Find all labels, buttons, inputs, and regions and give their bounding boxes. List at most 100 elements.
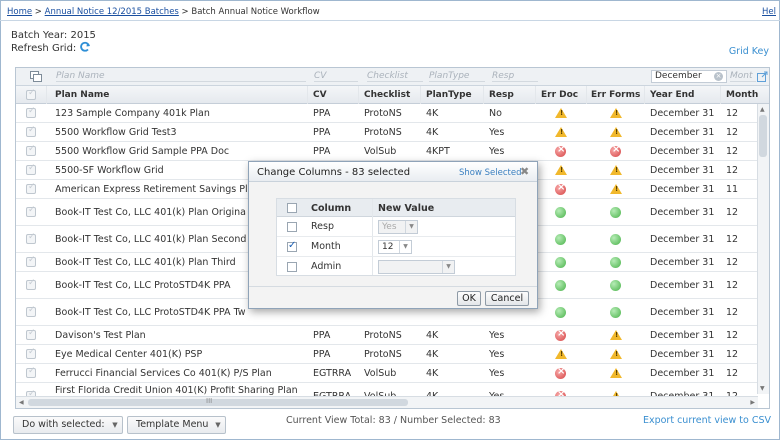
filter-plantype[interactable]: PlanType bbox=[429, 71, 485, 82]
admin-checkbox[interactable] bbox=[287, 262, 297, 272]
col-year-end[interactable]: Year End bbox=[650, 90, 694, 100]
scroll-right-arrow[interactable]: ▶ bbox=[750, 399, 755, 406]
export-csv-link[interactable]: Export current view to CSV bbox=[643, 415, 771, 426]
row-checkbox[interactable] bbox=[26, 305, 36, 317]
show-selected-link[interactable]: Show Selected bbox=[459, 168, 521, 178]
select-all-checkbox[interactable] bbox=[26, 88, 36, 100]
table-row[interactable]: Davison's Test Plan PPA ProtoNS 4K Yes Decemb… bbox=[16, 326, 758, 345]
table-row[interactable]: Ferrucci Financial Services Co 401(K) P/… bbox=[16, 364, 758, 383]
cell-month: 12 bbox=[726, 256, 739, 268]
col-plan-name[interactable]: Plan Name bbox=[55, 90, 109, 100]
row-checkbox[interactable] bbox=[26, 205, 36, 217]
row-checkbox[interactable] bbox=[26, 347, 36, 359]
error-icon[interactable] bbox=[555, 182, 566, 195]
filter-year-end[interactable]: December × bbox=[651, 70, 727, 83]
row-checkbox[interactable] bbox=[26, 163, 36, 175]
chevron-down-icon: ▼ bbox=[399, 241, 411, 253]
admin-value-select[interactable]: ▼ bbox=[378, 260, 455, 274]
col-month[interactable]: Month bbox=[726, 90, 758, 100]
error-icon[interactable] bbox=[555, 144, 566, 157]
ok-button[interactable]: OK bbox=[457, 291, 481, 306]
col-err-forms[interactable]: Err Forms bbox=[591, 90, 640, 100]
warning-icon[interactable] bbox=[555, 127, 567, 137]
ok-status-icon[interactable] bbox=[555, 207, 566, 218]
ok-status-icon[interactable] bbox=[610, 280, 621, 291]
col-resp[interactable]: Resp bbox=[489, 90, 514, 100]
column-chooser-icon[interactable] bbox=[30, 71, 42, 82]
col-cv[interactable]: CV bbox=[313, 90, 327, 100]
grid-key-link[interactable]: Grid Key bbox=[729, 46, 769, 57]
refresh-icon[interactable] bbox=[79, 41, 91, 53]
table-row[interactable]: 5500 Workflow Grid Sample PPA Doc PPA VolS… bbox=[16, 142, 758, 161]
vertical-scroll-thumb[interactable] bbox=[759, 115, 767, 157]
month-value-select[interactable]: 12 ▼ bbox=[378, 240, 412, 254]
scroll-left-arrow[interactable]: ◀ bbox=[19, 399, 24, 406]
warning-icon[interactable] bbox=[555, 349, 567, 359]
warning-icon[interactable] bbox=[555, 165, 567, 175]
breadcrumb-batches-link[interactable]: Annual Notice 12/2015 Batches bbox=[45, 7, 179, 17]
ok-status-icon[interactable] bbox=[610, 234, 621, 245]
resp-value-select[interactable]: Yes ▼ bbox=[378, 220, 418, 234]
cell-checklist: ProtoNS bbox=[364, 126, 402, 138]
ok-status-icon[interactable] bbox=[555, 280, 566, 291]
ok-status-icon[interactable] bbox=[610, 307, 621, 318]
cell-cv: PPA bbox=[313, 329, 331, 341]
cell-cv: PPA bbox=[313, 145, 331, 157]
table-row[interactable]: Eye Medical Center 401(K) PSP PPA ProtoNS 4… bbox=[16, 345, 758, 364]
filter-plan-name[interactable]: Plan Name bbox=[56, 71, 306, 82]
cell-year-end: December 31 bbox=[650, 279, 715, 291]
dialog-select-all-checkbox[interactable] bbox=[287, 203, 297, 213]
warning-icon[interactable] bbox=[610, 127, 622, 137]
warning-icon[interactable] bbox=[610, 108, 622, 118]
error-icon[interactable] bbox=[555, 328, 566, 341]
col-plantype[interactable]: PlanType bbox=[426, 90, 472, 100]
ok-status-icon[interactable] bbox=[610, 257, 621, 268]
scroll-down-arrow[interactable]: ▼ bbox=[760, 385, 765, 392]
horizontal-scroll-thumb[interactable] bbox=[28, 399, 408, 406]
col-err-doc[interactable]: Err Doc bbox=[541, 90, 578, 100]
horizontal-scrollbar[interactable]: ◀ III ▶ bbox=[16, 396, 758, 408]
row-checkbox[interactable] bbox=[26, 278, 36, 290]
warning-icon[interactable] bbox=[610, 349, 622, 359]
row-checkbox[interactable] bbox=[26, 144, 36, 156]
warning-icon[interactable] bbox=[610, 184, 622, 194]
filter-month[interactable]: Mont bbox=[730, 71, 756, 82]
filter-resp[interactable]: Resp bbox=[492, 71, 538, 82]
warning-icon[interactable] bbox=[555, 108, 567, 118]
row-checkbox[interactable] bbox=[26, 366, 36, 378]
cell-plantype: 4K bbox=[426, 329, 439, 341]
clear-filter-icon[interactable]: × bbox=[714, 72, 723, 81]
row-checkbox[interactable] bbox=[26, 232, 36, 244]
error-icon[interactable] bbox=[610, 144, 621, 157]
filter-cv[interactable]: CV bbox=[314, 71, 358, 82]
warning-icon[interactable] bbox=[610, 368, 622, 378]
warning-icon[interactable] bbox=[610, 330, 622, 340]
cancel-button[interactable]: Cancel bbox=[485, 291, 529, 306]
table-row[interactable]: 123 Sample Company 401k Plan PPA ProtoNS 4K… bbox=[16, 104, 758, 123]
do-with-selected-menu[interactable]: Do with selected: ▼ bbox=[13, 416, 123, 434]
breadcrumb-home-link[interactable]: Home bbox=[7, 7, 32, 17]
ok-status-icon[interactable] bbox=[610, 207, 621, 218]
row-checkbox[interactable] bbox=[26, 125, 36, 137]
row-checkbox[interactable] bbox=[26, 328, 36, 340]
warning-icon[interactable] bbox=[610, 165, 622, 175]
ok-status-icon[interactable] bbox=[555, 307, 566, 318]
help-link[interactable]: Hel bbox=[762, 7, 776, 17]
row-checkbox[interactable] bbox=[26, 182, 36, 194]
col-checklist[interactable]: Checklist bbox=[364, 90, 410, 100]
resp-checkbox[interactable] bbox=[287, 222, 297, 232]
ok-status-icon[interactable] bbox=[555, 257, 566, 268]
cell-year-end: December 31 bbox=[650, 367, 715, 379]
ok-status-icon[interactable] bbox=[555, 234, 566, 245]
row-checkbox[interactable] bbox=[26, 255, 36, 267]
scroll-up-arrow[interactable]: ▲ bbox=[760, 106, 765, 113]
row-checkbox[interactable] bbox=[26, 106, 36, 118]
dialog-title-bar[interactable]: Change Columns - 83 selected Show Select… bbox=[249, 162, 537, 182]
export-icon[interactable] bbox=[757, 71, 768, 82]
close-icon[interactable]: ✖ bbox=[520, 165, 529, 178]
template-menu[interactable]: Template Menu ▼ bbox=[127, 416, 226, 434]
table-row[interactable]: 5500 Workflow Grid Test3 PPA ProtoNS 4K Yes D… bbox=[16, 123, 758, 142]
filter-checklist[interactable]: Checklist bbox=[367, 71, 423, 82]
error-icon[interactable] bbox=[555, 366, 566, 379]
month-checkbox[interactable] bbox=[287, 240, 297, 252]
